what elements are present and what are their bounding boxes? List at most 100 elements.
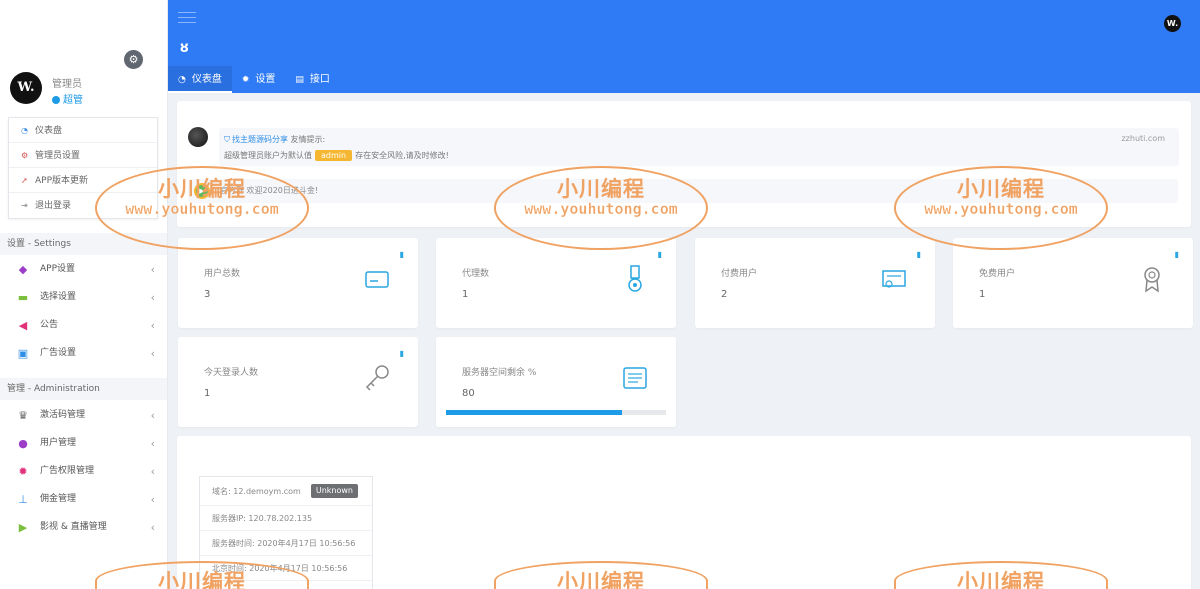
settings-gear-icon[interactable]: ⚙ <box>124 50 143 69</box>
notice-message-prefix: 超级管理员账户为默认值 <box>224 151 312 160</box>
tab-settings[interactable]: ✹ 设置 <box>232 66 286 93</box>
key-icon <box>365 365 389 391</box>
chevron-left-icon: ‹ <box>150 437 155 450</box>
sidebar-item-app-settings[interactable]: ◆ APP设置 ‹ <box>0 256 167 283</box>
sidebar-item-commission[interactable]: ⊥ 佣金管理 ‹ <box>0 486 167 513</box>
logout-icon: ⇥ <box>21 201 28 210</box>
stat-paid-users: 付费用户 2 ▮ <box>695 238 935 328</box>
sitemap-icon: ⊥ <box>18 493 28 506</box>
hamburger-menu-icon[interactable] <box>178 12 196 27</box>
megaphone-icon: ◀ <box>18 319 28 332</box>
stat-value: 3 <box>204 289 211 300</box>
notice-row2-text: 官方群 欢迎2020日进斗金! <box>220 186 319 195</box>
tab-label: 设置 <box>255 74 276 85</box>
trophy-icon: ♛ <box>18 409 28 422</box>
tab-api[interactable]: ▤ 接口 <box>285 66 340 93</box>
user-name: 管理员 <box>52 79 82 90</box>
book-icon: ▤ <box>295 75 304 85</box>
sidebar-item-label: 影视 & 直播管理 <box>40 522 107 532</box>
stat-label: 付费用户 <box>721 269 758 279</box>
sidebar-item-video-live[interactable]: ▶ 影视 & 直播管理 ‹ <box>0 514 167 541</box>
stat-label: 用户总数 <box>204 269 241 279</box>
sidebar-item-label: APP设置 <box>40 264 76 274</box>
user-menu-logout[interactable]: ⇥ 退出登录 <box>9 193 157 218</box>
tab-label: 仪表盘 <box>191 74 222 85</box>
notice-message: 超级管理员账户为默认值 admin 存在安全风险,请及时修改! <box>224 150 449 161</box>
dashboard-icon: ◔ <box>178 75 186 85</box>
user-menu: ◔ 仪表盘 ⚙ 管理员设置 ➚ APP版本更新 ⇥ 退出登录 <box>8 117 158 219</box>
sidebar-item-announcement[interactable]: ◀ 公告 ‹ <box>0 312 167 339</box>
dashboard-icon: ◔ <box>21 126 28 135</box>
sidebar-item-label: 佣金管理 <box>40 494 77 504</box>
status-dot-icon <box>52 96 60 104</box>
chevron-left-icon: ‹ <box>150 347 155 360</box>
android-icon: ◆ <box>18 263 28 276</box>
sidebar-item-label: 广告设置 <box>40 348 77 358</box>
notice-link[interactable]: 找主题源码分享 <box>232 135 288 144</box>
admin-badge: admin <box>315 150 353 161</box>
stat-label: 免费用户 <box>979 269 1016 279</box>
notice-row2: ▶ 官方群 欢迎2020日进斗金! <box>188 179 1178 203</box>
award-icon <box>1144 267 1160 293</box>
stat-agents: 代理数 1 ▮ <box>436 238 676 328</box>
stat-value: 80 <box>462 388 475 399</box>
list-icon <box>623 367 647 389</box>
space-progress-bar <box>446 410 666 415</box>
server-time-row: 服务器时间: 2020年4月17日 10:56:56 <box>200 531 372 556</box>
chevron-left-icon: ‹ <box>150 521 155 534</box>
gear-icon: ✹ <box>241 75 250 85</box>
section-administration: 管理 - Administration <box>0 378 167 400</box>
server-ip: 服务器IP: 120.78.202.135 <box>212 514 313 523</box>
beijing-time-row: 北京时间: 2020年4月17日 10:56:56 <box>200 556 372 581</box>
stat-today-logins: 今天登录人数 1 ▮ <box>178 337 418 427</box>
sidebar-item-activation-codes[interactable]: ♛ 激活码管理 ‹ <box>0 402 167 429</box>
user-role: 超管 <box>52 91 83 106</box>
sidebar-item-select-settings[interactable]: ▬ 选择设置 ‹ <box>0 284 167 311</box>
status-badge: Unknown <box>310 484 358 498</box>
stat-server-space: 服务器空间剩余 % 80 <box>436 337 676 427</box>
user-menu-dashboard[interactable]: ◔ 仪表盘 <box>9 118 157 143</box>
stat-value: 1 <box>462 289 469 300</box>
database-icon: ▮ <box>916 250 921 259</box>
stat-value: 1 <box>204 388 211 399</box>
user-role-label: 超管 <box>63 95 83 106</box>
sidebar-item-ad-settings[interactable]: ▣ 广告设置 ‹ <box>0 340 167 367</box>
avatar[interactable]: W. <box>10 72 42 104</box>
stat-value: 2 <box>721 289 728 300</box>
brand-logo-icon: ȣ <box>180 41 189 56</box>
image-icon: ▣ <box>17 347 29 360</box>
user-menu-admin-settings[interactable]: ⚙ 管理员设置 <box>9 143 157 168</box>
medal-icon <box>628 265 642 292</box>
users-icon: ● <box>18 437 28 450</box>
topbar: ȣ W. ◔ 仪表盘 ✹ 设置 ▤ 接口 <box>168 0 1200 93</box>
rocket-icon: ➚ <box>21 176 28 185</box>
database-icon: ▮ <box>399 349 404 358</box>
user-menu-app-update[interactable]: ➚ APP版本更新 <box>9 168 157 193</box>
header-avatar[interactable]: W. <box>1164 15 1181 32</box>
database-icon: ▮ <box>399 250 404 259</box>
server-domain: 域名: 12.demoym.com <box>212 487 301 496</box>
card-icon <box>365 271 389 288</box>
server-ip-row: 服务器IP: 120.78.202.135 <box>200 506 372 531</box>
play-icon: ▶ <box>18 521 28 534</box>
sidebar-item-users[interactable]: ● 用户管理 ‹ <box>0 430 167 457</box>
tab-label: 接口 <box>309 74 330 85</box>
server-info-card: 域名: 12.demoym.com Unknown 服务器IP: 120.78.2… <box>177 436 1191 589</box>
cogs-icon: ⚙ <box>21 151 29 160</box>
stat-free-users: 免费用户 1 ▮ <box>953 238 1193 328</box>
chevron-left-icon: ‹ <box>150 409 155 422</box>
section-settings: 设置 - Settings <box>0 233 167 255</box>
chevron-left-icon: ‹ <box>150 291 155 304</box>
sidebar-item-ad-permissions[interactable]: ✹ 广告权限管理 ‹ <box>0 458 167 485</box>
sidebar-item-label: 选择设置 <box>40 292 77 302</box>
database-icon: ▮ <box>1174 250 1179 259</box>
server-info-box: 域名: 12.demoym.com Unknown 服务器IP: 120.78.2… <box>199 476 373 589</box>
stat-value: 1 <box>979 289 986 300</box>
tab-bar: ◔ 仪表盘 ✹ 设置 ▤ 接口 <box>168 66 340 93</box>
card-icon: ▬ <box>17 291 29 304</box>
database-icon: ▮ <box>657 250 662 259</box>
sidebar-item-label: 广告权限管理 <box>40 466 95 476</box>
stat-label: 代理数 <box>462 269 490 279</box>
tab-dashboard[interactable]: ◔ 仪表盘 <box>168 66 232 93</box>
chevron-left-icon: ‹ <box>150 493 155 506</box>
